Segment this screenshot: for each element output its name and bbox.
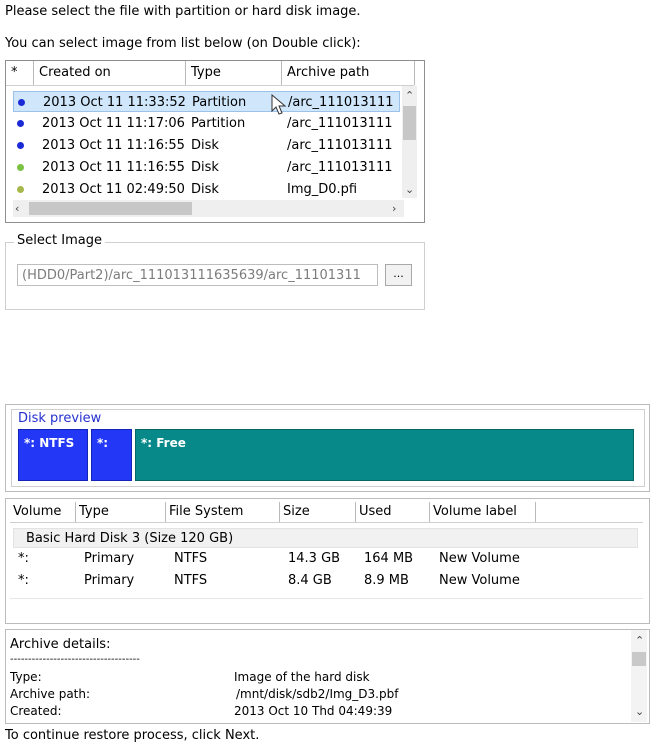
volume-size: 8.4 GB — [288, 573, 332, 588]
col-file-system[interactable]: File System — [166, 502, 280, 522]
row-created: 2013 Oct 11 11:33:52 — [43, 95, 186, 110]
scroll-down-icon[interactable]: ⌄ — [405, 184, 414, 195]
row-type: Partition — [192, 95, 247, 110]
table-row[interactable]: *: Primary NTFS 14.3 GB 164 MB New Volum… — [10, 551, 640, 571]
details-scroll-thumb[interactable] — [632, 652, 646, 666]
row-type: Disk — [191, 160, 219, 175]
row-path: /arc_111013111 — [288, 95, 394, 110]
horizontal-scroll-thumb[interactable] — [29, 202, 192, 215]
scroll-right-icon[interactable]: › — [392, 203, 396, 214]
status-dot-icon — [17, 186, 24, 193]
details-separator: ------------------------------------ — [10, 654, 140, 665]
browse-button[interactable]: ... — [385, 264, 412, 286]
scroll-up-icon[interactable]: ⌃ — [635, 635, 644, 646]
scroll-down-icon[interactable]: ⌄ — [635, 706, 644, 717]
partition-ntfs[interactable]: *: NTFS — [18, 429, 88, 481]
status-dot-icon — [17, 120, 24, 127]
row-type: Disk — [191, 138, 219, 153]
volume-used: 8.9 MB — [364, 573, 409, 588]
volume-fs: NTFS — [174, 573, 208, 588]
table-row[interactable]: 2013 Oct 11 11:17:06 Partition /arc_1110… — [13, 113, 400, 134]
col-size[interactable]: Size — [280, 502, 356, 522]
table-row[interactable]: 2013 Oct 11 11:16:55 Disk /arc_111013111 — [13, 135, 400, 156]
intro-text: Please select the file with partition or… — [5, 4, 361, 19]
col-volume[interactable]: Volume — [10, 502, 76, 522]
volume-fs: NTFS — [174, 551, 208, 566]
volume-type: Primary — [84, 551, 135, 566]
status-dot-icon — [17, 142, 24, 149]
row-created: 2013 Oct 11 02:49:50 — [42, 182, 185, 197]
list-horizontal-scrollbar[interactable]: ‹ › — [13, 200, 404, 217]
table-row[interactable]: 2013 Oct 11 11:33:52 Partition /arc_1110… — [13, 91, 400, 112]
mouse-cursor-icon — [271, 94, 287, 115]
row-path: /arc_111013111 — [287, 116, 393, 131]
detail-path-value: /mnt/disk/sdb2/Img_D3.pbf — [236, 687, 399, 701]
detail-type-key: Type: — [10, 670, 42, 684]
image-path-field[interactable]: (HDD0/Part2)/arc_111013111635639/arc_111… — [17, 264, 378, 286]
table-row[interactable]: *: Primary NTFS 8.4 GB 8.9 MB New Volume — [10, 573, 640, 593]
detail-type-value: Image of the hard disk — [234, 670, 370, 684]
volume-label: New Volume — [439, 573, 520, 588]
col-vol-type[interactable]: Type — [76, 502, 166, 522]
disk-preview-title: Disk preview — [18, 411, 102, 426]
row-created: 2013 Oct 11 11:17:06 — [42, 116, 185, 131]
volumes-header: Volume Type File System Size Used Volume… — [10, 502, 643, 523]
status-dot-icon — [17, 164, 24, 171]
detail-path-key: Archive path: — [10, 687, 91, 701]
volume-label: New Volume — [439, 551, 520, 566]
volume-size: 14.3 GB — [288, 551, 341, 566]
scroll-left-icon[interactable]: ‹ — [15, 203, 19, 214]
volume-type: Primary — [84, 573, 135, 588]
select-image-label: Select Image — [14, 233, 105, 248]
partition-free[interactable]: *: Free — [135, 429, 634, 481]
image-list[interactable]: * Created on Type Archive path 2013 Oct … — [5, 60, 425, 223]
volume-used: 164 MB — [364, 551, 414, 566]
detail-created-key: Created: — [10, 704, 62, 718]
list-vertical-scrollbar[interactable]: ⌃ ⌄ — [402, 86, 417, 198]
row-path: /arc_111013111 — [287, 138, 393, 153]
disk-group-row[interactable]: Basic Hard Disk 3 (Size 120 GB) — [13, 528, 638, 548]
partition-second[interactable]: *: — [91, 429, 132, 481]
volume-letter: *: — [18, 573, 29, 588]
image-list-header: * Created on Type Archive path — [6, 61, 415, 86]
footer-instruction: To continue restore process, click Next. — [5, 728, 260, 743]
row-type: Disk — [191, 182, 219, 197]
col-volume-label[interactable]: Volume label — [430, 502, 536, 522]
archive-details-panel: Archive details: -----------------------… — [5, 629, 650, 724]
col-star[interactable]: * — [6, 61, 31, 85]
table-row[interactable]: 2013 Oct 11 11:16:55 Disk /arc_111013111 — [13, 157, 400, 178]
list-instruction: You can select image from list below (on… — [5, 36, 361, 51]
table-row[interactable]: 2013 Oct 11 02:49:50 Disk Img_D0.pfi — [13, 179, 400, 200]
row-created: 2013 Oct 11 11:16:55 — [42, 138, 185, 153]
volumes-empty-area — [10, 598, 643, 617]
vertical-scroll-thumb[interactable] — [403, 106, 416, 140]
row-created: 2013 Oct 11 11:16:55 — [42, 160, 185, 175]
col-type[interactable]: Type — [185, 61, 281, 85]
archive-details-title: Archive details: — [10, 637, 111, 652]
col-used[interactable]: Used — [356, 502, 430, 522]
col-created-on[interactable]: Created on — [33, 61, 186, 85]
row-type: Partition — [191, 116, 246, 131]
status-dot-icon — [18, 99, 25, 106]
col-archive-path[interactable]: Archive path — [281, 61, 415, 85]
details-vertical-scrollbar[interactable]: ⌃ ⌄ — [631, 630, 647, 722]
scroll-up-icon[interactable]: ⌃ — [405, 90, 414, 101]
row-path: /arc_111013111 — [287, 160, 393, 175]
detail-created-value: 2013 Oct 10 Thd 04:49:39 — [234, 704, 393, 718]
volume-letter: *: — [18, 551, 29, 566]
row-path: Img_D0.pfi — [287, 182, 358, 197]
